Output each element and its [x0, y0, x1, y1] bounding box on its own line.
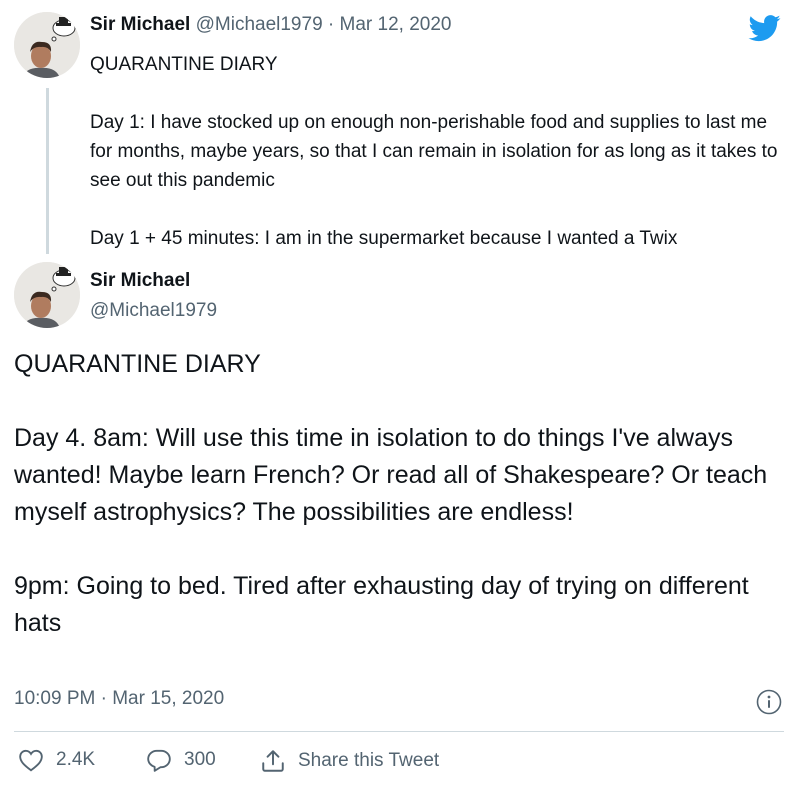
- reply-author-handle[interactable]: @Michael1979: [196, 14, 323, 35]
- divider: [14, 731, 784, 732]
- twitter-bird-icon[interactable]: [748, 12, 782, 44]
- share-button[interactable]: Share this Tweet: [260, 748, 439, 774]
- reply-button[interactable]: 300: [146, 748, 216, 772]
- main-tweet-text: QUARANTINE DIARY Day 4. 8am: Will use th…: [14, 346, 784, 642]
- reply-text-blank: [90, 79, 790, 108]
- main-text-paragraph: 9pm: Going to bed. Tired after exhaustin…: [14, 572, 749, 637]
- reply-tweet-text: QUARANTINE DIARY Day 1: I have stocked u…: [90, 50, 790, 253]
- reply-text-line: QUARANTINE DIARY: [90, 54, 278, 75]
- reply-text-blank: [90, 195, 790, 224]
- info-icon[interactable]: [756, 689, 782, 715]
- thread-connector-line: [46, 88, 49, 254]
- reply-text-line: Day 1: I have stocked up on enough non-p…: [90, 112, 778, 191]
- reply-count: 300: [184, 749, 216, 770]
- avatar[interactable]: [14, 12, 80, 78]
- main-author-handle[interactable]: @Michael1979: [90, 300, 217, 322]
- like-count: 2.4K: [56, 749, 96, 770]
- avatar[interactable]: [14, 262, 80, 328]
- heart-icon: [19, 749, 43, 772]
- reply-date[interactable]: Mar 12, 2020: [340, 14, 452, 35]
- share-icon: [262, 750, 284, 772]
- tweet-timestamp[interactable]: 10:09 PM · Mar 15, 2020: [14, 688, 224, 710]
- main-author-name[interactable]: Sir Michael: [90, 270, 190, 292]
- avatar-image: [14, 12, 80, 78]
- main-text-blank: [14, 383, 784, 420]
- main-text-paragraph: Day 4. 8am: Will use this time in isolat…: [14, 424, 768, 526]
- share-label: Share this Tweet: [298, 750, 440, 771]
- speech-bubble-icon: [147, 749, 171, 772]
- reply-author-name[interactable]: Sir Michael: [90, 14, 190, 35]
- main-text-blank: [14, 531, 784, 568]
- main-text-paragraph: QUARANTINE DIARY: [14, 350, 261, 378]
- reply-text-line: Day 1 + 45 minutes: I am in the supermar…: [90, 228, 678, 249]
- like-button[interactable]: 2.4K: [18, 748, 95, 772]
- header-separator: ·: [327, 14, 335, 35]
- avatar-image: [14, 262, 80, 328]
- reply-tweet-header: Sir Michael @Michael1979 · Mar 12, 2020: [90, 14, 452, 36]
